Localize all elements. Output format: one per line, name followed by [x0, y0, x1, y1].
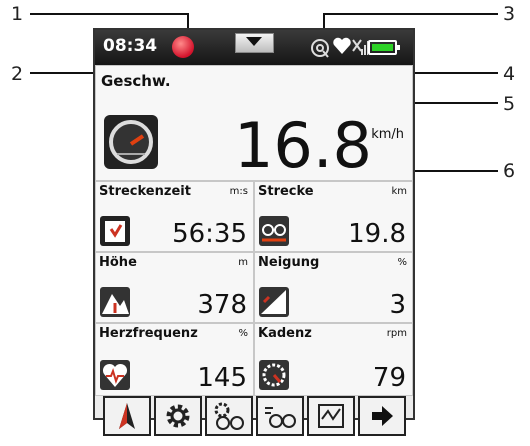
tile-unit: %: [238, 328, 248, 339]
settings-button[interactable]: [154, 396, 202, 436]
gps-sensor-icon: [311, 39, 329, 58]
tile-hoehe[interactable]: Höhe m 378: [95, 252, 254, 323]
bike-distance-icon: [259, 216, 289, 246]
map-icon: [318, 404, 344, 428]
arrow-right-icon: [372, 406, 393, 426]
tile-label: Strecke: [258, 184, 314, 199]
tile-herzfrequenz[interactable]: Herzfrequenz % 145: [95, 323, 254, 396]
tile-label: Neigung: [258, 255, 320, 270]
tile-value: 19.8: [348, 219, 406, 249]
pulldown-menu-button[interactable]: [235, 33, 274, 53]
record-indicator-icon: [172, 36, 194, 58]
leader-line-3: [323, 13, 498, 15]
tile-unit: %: [397, 257, 407, 268]
tile-label: Höhe: [99, 255, 137, 270]
device-screen: 08:34 Geschw. km/h 16.8 Streckenzeit m:s…: [93, 28, 415, 436]
tile-label: Kadenz: [258, 326, 312, 341]
bike-wheels-icon: [214, 402, 244, 430]
battery-icon: [368, 40, 400, 55]
speed-value: 16.8: [233, 109, 372, 182]
bottom-toolbar: [95, 396, 413, 436]
status-bar: 08:34: [95, 30, 413, 65]
clock: 08:34: [103, 36, 158, 56]
callout-1: 1: [11, 3, 24, 25]
stopwatch-icon: [100, 216, 130, 246]
cadence-icon: [259, 360, 289, 390]
bike-settings-button[interactable]: [205, 396, 253, 436]
tile-label: Herzfrequenz: [99, 326, 198, 341]
next-page-button[interactable]: [358, 396, 406, 436]
tile-value: 3: [389, 290, 406, 320]
bike-speed-icon: [265, 407, 296, 428]
tile-unit: m: [238, 257, 248, 268]
training-button[interactable]: [256, 396, 304, 436]
tile-strecke[interactable]: Strecke km 19.8: [254, 181, 413, 252]
speed-unit: km/h: [371, 127, 404, 142]
heart-rate-icon: [100, 360, 130, 390]
tile-neigung[interactable]: Neigung % 3: [254, 252, 413, 323]
incline-icon: [259, 287, 289, 317]
tile-kadenz[interactable]: Kadenz rpm 79: [254, 323, 413, 396]
callout-3: 3: [503, 3, 516, 25]
tile-unit: rpm: [386, 328, 407, 339]
tile-value: 145: [197, 363, 247, 393]
tile-value: 79: [372, 363, 406, 393]
heart-sensor-icon: [333, 37, 351, 54]
callout-6: 6: [503, 160, 516, 182]
tile-unit: m:s: [229, 186, 248, 197]
callout-4: 4: [503, 63, 516, 85]
leader-line-1: [30, 13, 188, 15]
map-button[interactable]: [307, 396, 355, 436]
tile-unit: km: [391, 186, 407, 197]
tile-value: 56:35: [172, 219, 247, 249]
triangle-down-icon: [246, 37, 262, 46]
speed-panel[interactable]: Geschw. km/h 16.8: [95, 65, 413, 182]
speed-label: Geschw.: [101, 72, 171, 90]
tile-value: 378: [197, 290, 247, 320]
tile-label: Streckenzeit: [99, 184, 191, 199]
gps-signal-icon: [352, 39, 368, 55]
speedometer-icon: [104, 115, 158, 169]
callout-5: 5: [503, 93, 516, 115]
compass-button[interactable]: [103, 396, 151, 436]
mountain-icon: [100, 287, 130, 317]
tile-streckenzeit[interactable]: Streckenzeit m:s 56:35: [95, 181, 254, 252]
callout-2: 2: [11, 63, 24, 85]
gear-icon: [166, 404, 190, 428]
compass-icon: [119, 403, 135, 429]
